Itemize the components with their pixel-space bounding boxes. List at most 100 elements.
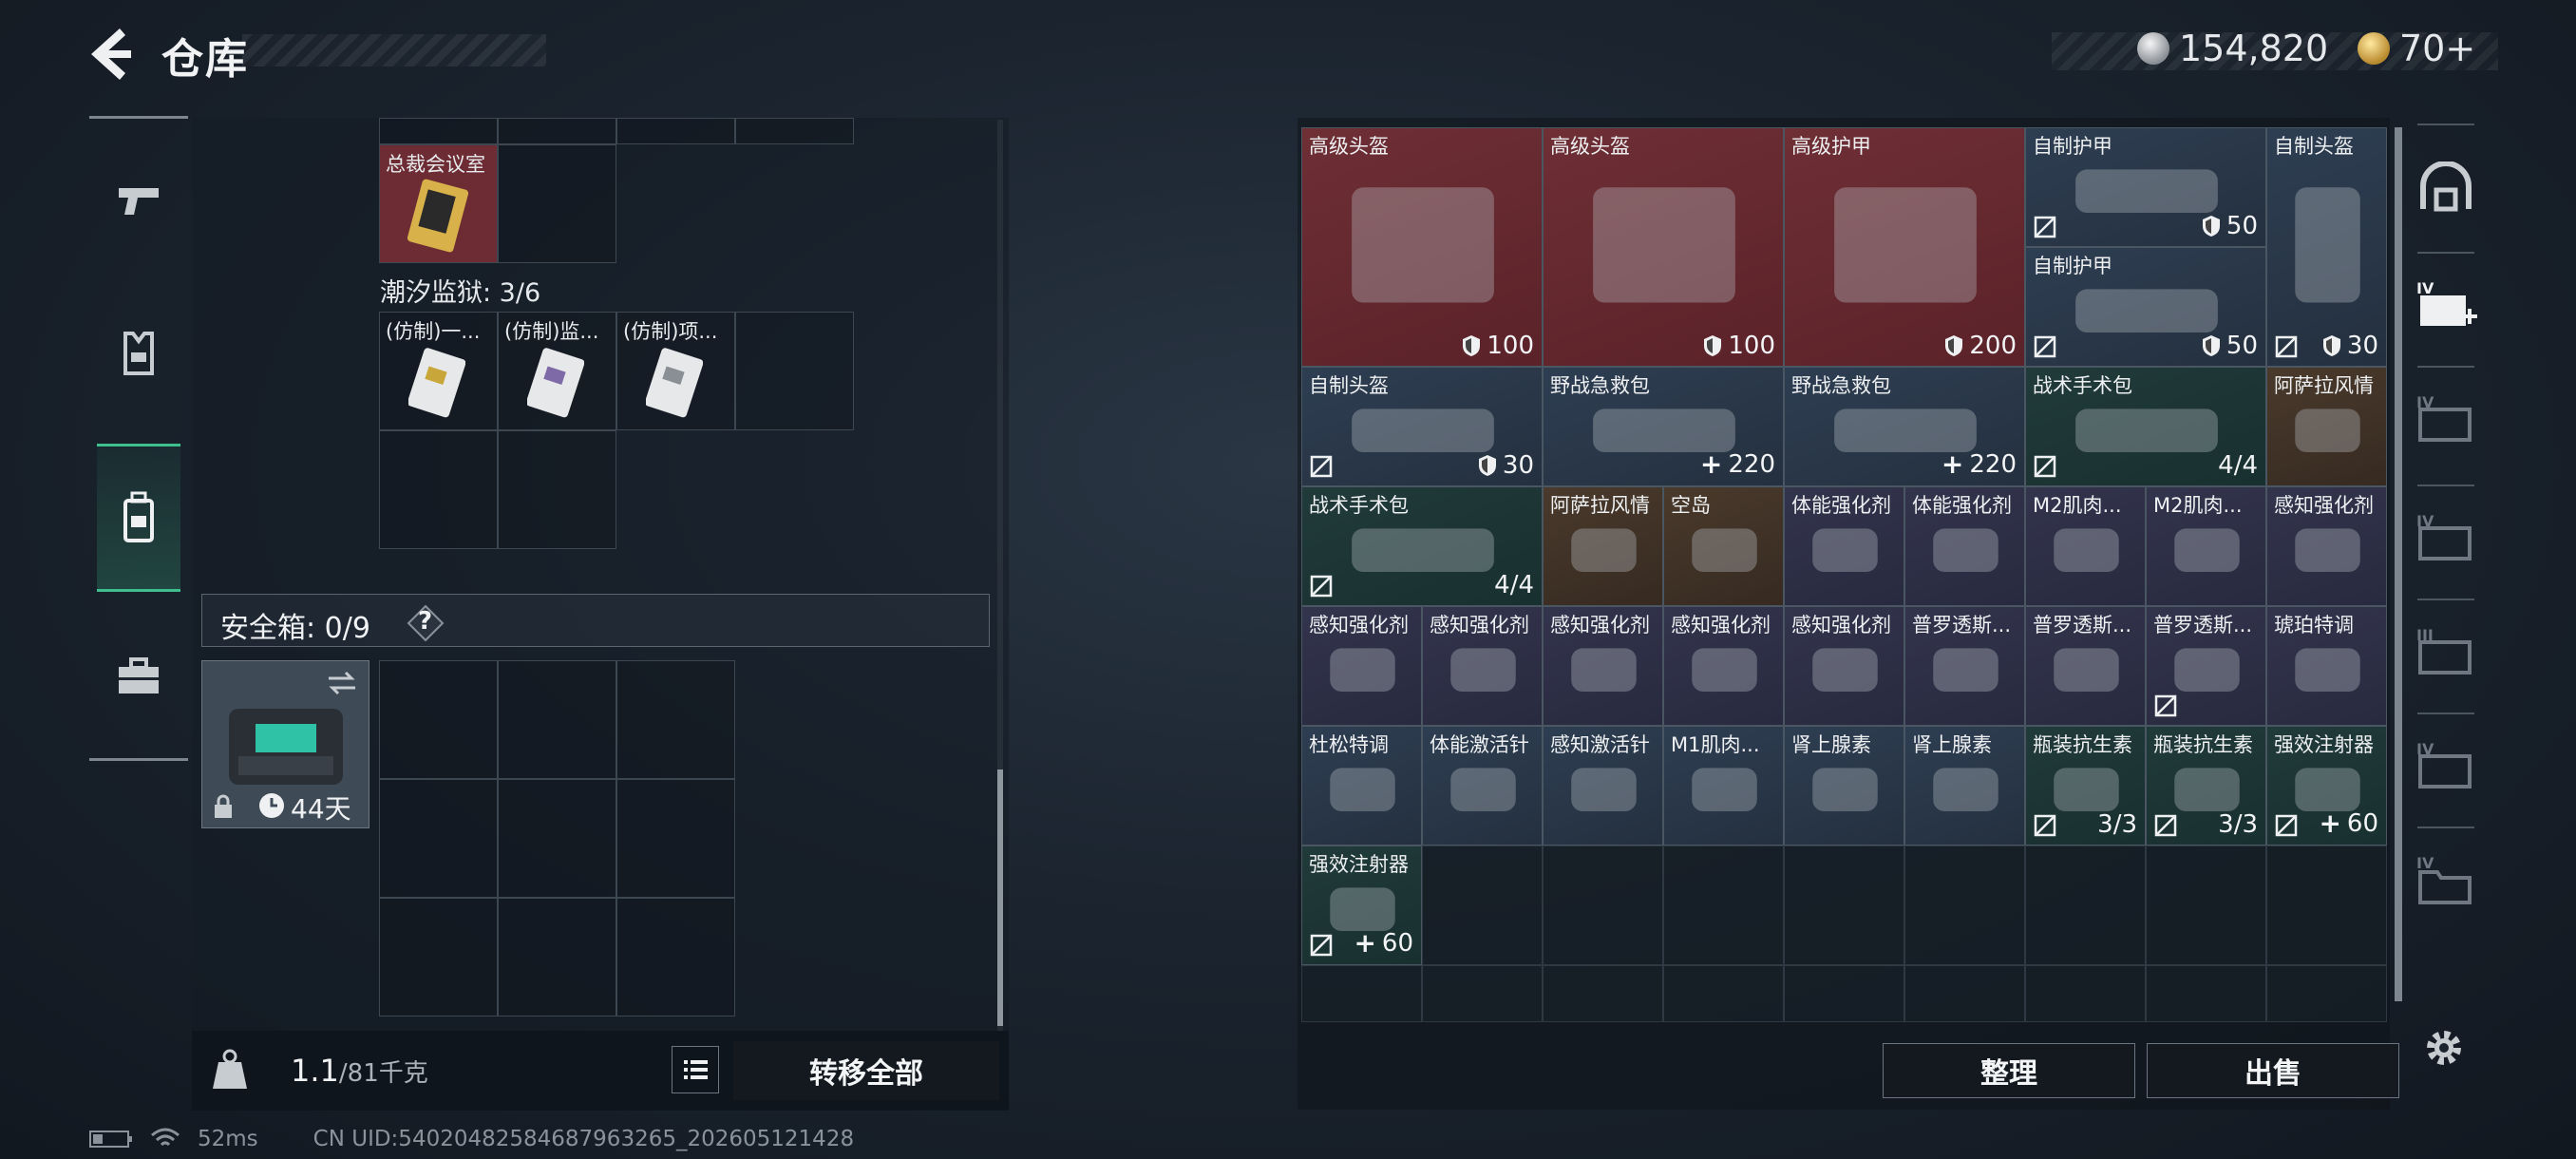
item-art-icon	[1692, 528, 1757, 572]
warehouse-item[interactable]: 战术手术包 4/4	[2025, 367, 2266, 486]
warehouse-item[interactable]: 自制头盔 30	[2266, 127, 2387, 367]
warehouse-item[interactable]: 强效注射器 +60	[1301, 846, 1422, 965]
warehouse-item[interactable]: 感知强化剂	[1301, 606, 1422, 726]
item-value: 200	[1944, 332, 2017, 360]
empty-slot[interactable]	[1784, 965, 1904, 1022]
item-name: 自制护甲	[2033, 255, 2112, 277]
nav-backpack[interactable]	[97, 444, 180, 592]
warehouse-item[interactable]: 强效注射器 +60	[2266, 726, 2387, 846]
warehouse-item[interactable]: 高级头盔 100	[1543, 127, 1784, 367]
no-trade-icon	[2034, 216, 2056, 238]
tide-item-3[interactable]: (仿制)项...	[616, 312, 735, 430]
empty-slot[interactable]	[1422, 965, 1543, 1022]
safe-slot[interactable]	[379, 779, 498, 898]
warehouse-item[interactable]: 野战急救包 +220	[1543, 367, 1784, 486]
empty-slot[interactable]	[1301, 965, 1422, 1022]
safe-slot[interactable]	[379, 660, 498, 779]
svg-text:IV: IV	[2416, 854, 2434, 872]
tide-item-2[interactable]: (仿制)监...	[498, 312, 616, 430]
warehouse-item[interactable]: 感知强化剂	[1422, 606, 1543, 726]
warehouse-item[interactable]: 瓶装抗生素 3/3	[2146, 726, 2266, 846]
empty-slot[interactable]	[2266, 965, 2387, 1022]
empty-slot[interactable]	[2025, 965, 2146, 1022]
heal-plus-icon: +	[2319, 808, 2341, 839]
warehouse-item[interactable]: 感知激活针	[1543, 726, 1663, 846]
value-text: 4/4	[2218, 451, 2258, 480]
tab-storage-5[interactable]: IV	[2408, 722, 2484, 812]
tab-storage-3[interactable]: IV	[2408, 494, 2484, 584]
empty-slot[interactable]	[1904, 965, 2025, 1022]
tab-storage-6[interactable]: IV	[2408, 836, 2484, 926]
empty-slot[interactable]	[1422, 846, 1543, 965]
warehouse-item[interactable]: 肾上腺素	[1904, 726, 2025, 846]
tab-storage-2[interactable]: IV	[2408, 375, 2484, 466]
empty-slot[interactable]	[1663, 965, 1784, 1022]
warehouse-item[interactable]: 瓶装抗生素 3/3	[2025, 726, 2146, 846]
empty-slot[interactable]	[2266, 846, 2387, 965]
warehouse-item[interactable]: 体能强化剂	[1784, 486, 1904, 606]
warehouse-item[interactable]: 感知强化剂	[2266, 486, 2387, 606]
warehouse-item[interactable]: 自制护甲 50	[2025, 127, 2266, 247]
help-button[interactable]: ?	[407, 604, 445, 642]
tab-divider	[2417, 124, 2474, 125]
item-name: 自制头盔	[1309, 374, 1389, 397]
empty-slot[interactable]	[2025, 846, 2146, 965]
sort-button[interactable]: 整理	[1883, 1043, 2135, 1098]
empty-slot[interactable]	[1663, 846, 1784, 965]
keycard-executive[interactable]: 总裁会议室	[379, 144, 498, 263]
warehouse-item[interactable]: 感知强化剂	[1784, 606, 1904, 726]
safe-slot[interactable]	[616, 898, 735, 1016]
tab-all[interactable]	[2408, 142, 2484, 233]
empty-slot[interactable]	[1543, 846, 1663, 965]
warehouse-item[interactable]: 空岛	[1663, 486, 1784, 606]
list-view-button[interactable]	[672, 1046, 719, 1093]
tab-storage-1[interactable]: IV	[2408, 261, 2484, 352]
warehouse-item[interactable]: 战术手术包 4/4	[1301, 486, 1543, 606]
tab-storage-4[interactable]: III	[2408, 608, 2484, 698]
warehouse-item[interactable]: 高级护甲 200	[1784, 127, 2025, 367]
sell-button[interactable]: 出售	[2147, 1043, 2399, 1098]
warehouse-item[interactable]: M2肌肉...	[2025, 486, 2146, 606]
nav-case[interactable]	[97, 629, 180, 724]
warehouse-item[interactable]: 杜松特调	[1301, 726, 1422, 846]
no-trade-icon	[2034, 335, 2056, 358]
empty-slot[interactable]	[2146, 846, 2266, 965]
warehouse-item[interactable]: 琥珀特调	[2266, 606, 2387, 726]
warehouse-item[interactable]: 普罗透斯...	[2146, 606, 2266, 726]
settings-button[interactable]	[2420, 1024, 2468, 1072]
empty-slot[interactable]	[1784, 846, 1904, 965]
empty-slot[interactable]	[1543, 965, 1663, 1022]
safe-slot[interactable]	[498, 660, 616, 779]
warehouse-item[interactable]: 普罗透斯...	[1904, 606, 2025, 726]
nav-weapons[interactable]	[97, 154, 180, 249]
back-button[interactable]	[82, 21, 139, 87]
warehouse-item[interactable]: 野战急救包 +220	[1784, 367, 2025, 486]
tide-item-1[interactable]: (仿制)一...	[379, 312, 498, 430]
warehouse-item[interactable]: 自制护甲 50	[2025, 247, 2266, 367]
warehouse-item[interactable]: 感知强化剂	[1543, 606, 1663, 726]
safe-slot[interactable]	[616, 779, 735, 898]
empty-slot[interactable]	[1904, 846, 2025, 965]
warehouse-item[interactable]: 肾上腺素	[1784, 726, 1904, 846]
warehouse-item[interactable]: 普罗透斯...	[2025, 606, 2146, 726]
nav-equipment[interactable]	[97, 306, 180, 401]
item-name: M2肌肉...	[2153, 494, 2243, 517]
safe-slot[interactable]	[498, 898, 616, 1016]
warehouse-item[interactable]: 体能强化剂	[1904, 486, 2025, 606]
gold-currency[interactable]: 70+	[2358, 27, 2475, 70]
warehouse-item[interactable]: M1肌肉...	[1663, 726, 1784, 846]
warehouse-item[interactable]: M2肌肉...	[2146, 486, 2266, 606]
warehouse-scrollbar[interactable]	[2395, 127, 2402, 1001]
warehouse-item[interactable]: 阿萨拉风情	[2266, 367, 2387, 486]
safe-slot[interactable]	[616, 660, 735, 779]
safe-slot[interactable]	[379, 898, 498, 1016]
warehouse-item[interactable]: 感知强化剂	[1663, 606, 1784, 726]
warehouse-item[interactable]: 体能激活针	[1422, 726, 1543, 846]
backpack-scroll-thumb[interactable]	[997, 770, 1003, 1026]
safe-slot[interactable]	[498, 779, 616, 898]
empty-slot[interactable]	[2146, 965, 2266, 1022]
warehouse-item[interactable]: 阿萨拉风情	[1543, 486, 1663, 606]
warehouse-item[interactable]: 高级头盔 100	[1301, 127, 1543, 367]
transfer-all-button[interactable]: 转移全部	[733, 1041, 999, 1100]
warehouse-item[interactable]: 自制头盔 30	[1301, 367, 1543, 486]
